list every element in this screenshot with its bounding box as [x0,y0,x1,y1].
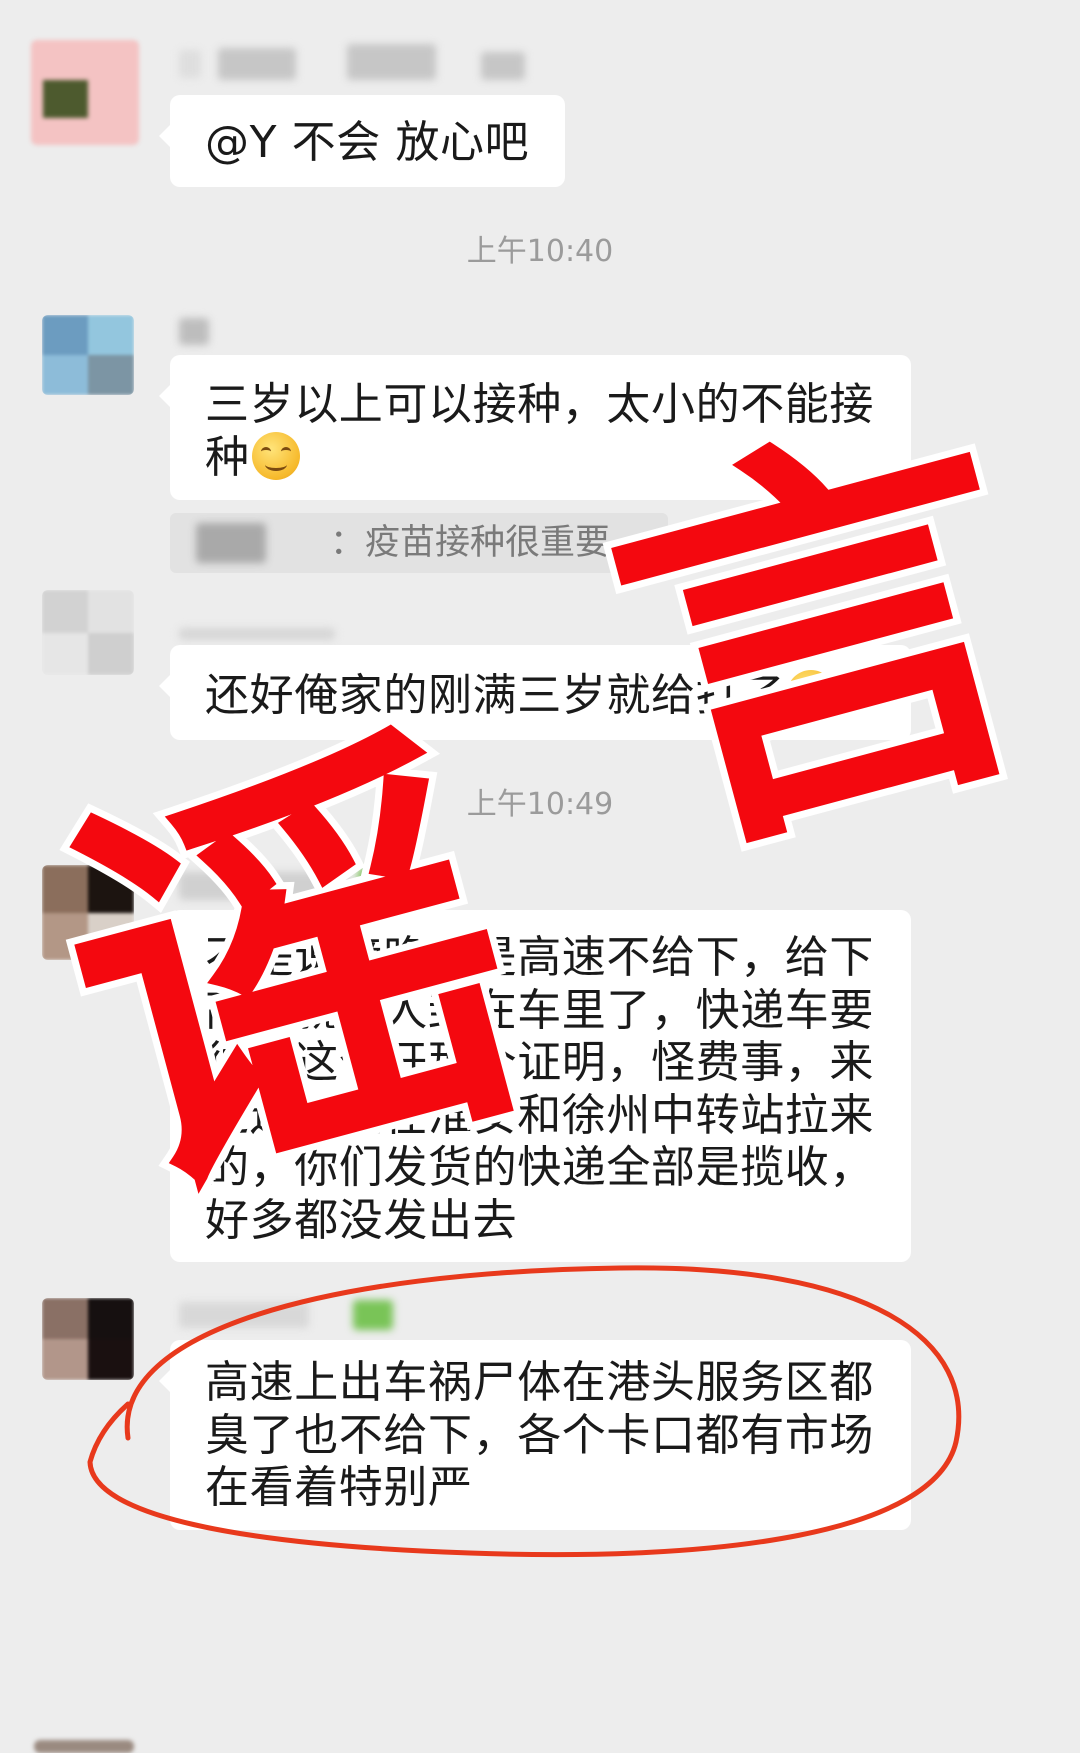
message-bubble[interactable]: 还好俺家的刚满三岁就给打了 [159,645,911,740]
message-text-line: 种 [205,431,881,485]
quoted-message[interactable]: ：疫苗接种很重要 [170,513,668,573]
avatar[interactable] [42,865,134,960]
message-text-line: 不是说傍晚，是高速不给下，给下 [205,932,874,983]
message-text-line: 在看着特别严 [205,1462,473,1513]
sender-name-blurred [179,1302,309,1328]
avatar-mosaic [42,1298,134,1380]
sender-name-blurred [179,628,335,640]
message-bubble[interactable]: 三岁以上可以接种，太小的不能接 种 [159,355,911,500]
message-text-line: 好多都没发出去 [205,1194,518,1246]
sender-name-blurred [179,872,349,900]
avatar[interactable] [31,40,139,145]
message-bubble[interactable]: @Y 不会 放心吧 [159,95,565,187]
message-text: @Y 不会 放心吧 [205,117,530,168]
sender-name-blurred [358,868,396,892]
message-text-line: 高速就把人封在车里了，快递车要 [205,984,874,1036]
avatar[interactable] [42,1298,134,1380]
avatar-mosaic [42,315,134,395]
timestamp: 上午10:49 [466,787,614,822]
sender-name-blurred [179,50,201,78]
sender-name-blurred [218,48,296,80]
avatar-mosaic-block [43,80,88,118]
avatar[interactable] [42,315,134,395]
sender-name-blurred [481,52,525,80]
quoted-message-text: ：疫苗接种很重要 [330,523,611,563]
quoted-sender-blurred [196,523,266,563]
message-text-line: 臭了也不给下，各个卡口都有市场 [205,1409,874,1461]
message-text-line: 还好俺家的刚满三岁就给打了 [205,670,881,723]
message-text-line: 高速上出车祸尸体在港头服务区都 [205,1357,874,1408]
avatar-mosaic [42,590,134,675]
laughing-face-emoji-icon [786,670,835,718]
message-text-line: 三岁以上可以接种，太小的不能接 [205,379,874,430]
sender-name-blurred [347,44,436,80]
message-text-fragment: 还好俺家的刚满三岁就给打了 [205,670,785,721]
avatar[interactable] [34,1740,134,1753]
grinning-face-emoji-icon [251,431,300,480]
message-text-line: 这边都是在淮安和徐州中转站拉来 [205,1089,874,1141]
sender-name-blurred [179,318,209,345]
avatar[interactable] [42,590,134,675]
message-text-line: 的，你们发货的快递全部是揽收， [205,1142,874,1193]
avatar-mosaic [42,865,134,960]
sender-name-blurred [353,1300,393,1330]
message-bubble[interactable]: 高速上出车祸尸体在港头服务区都 臭了也不给下，各个卡口都有市场 在看着特别严 [159,1340,911,1530]
message-bubble[interactable]: 不是说傍晚，是高速不给下，给下 高速就把人封在车里了，快递车要 得开这个开那个证… [159,910,911,1262]
message-text-line: 得开这个开那个证明，怪费事，来 [205,1037,874,1088]
timestamp: 上午10:40 [466,234,614,269]
message-text-fragment: 种 [205,431,250,483]
